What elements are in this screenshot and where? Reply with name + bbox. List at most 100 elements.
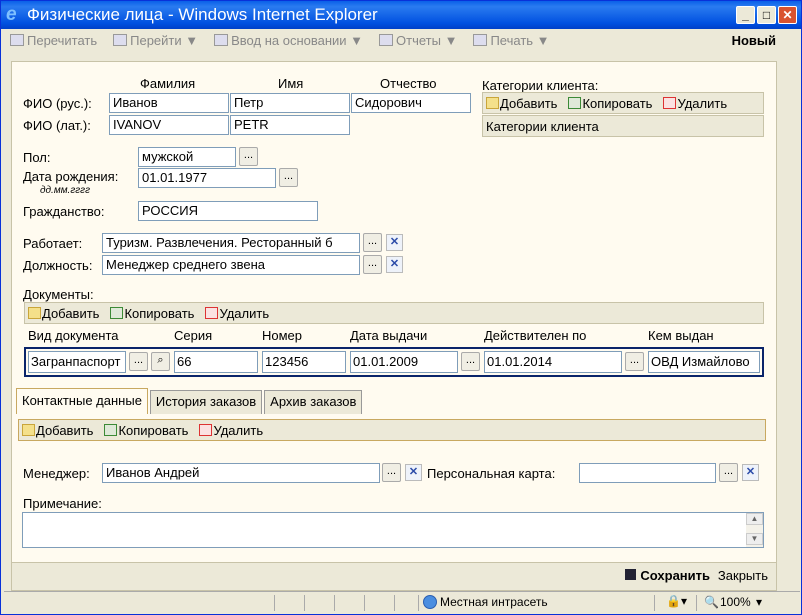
minimize-button[interactable]: _ bbox=[736, 6, 755, 24]
close-button[interactable]: Закрыть bbox=[718, 568, 768, 583]
reports-button[interactable]: Отчеты ▼ bbox=[373, 33, 457, 48]
birth-date-field[interactable]: 01.01.1977 bbox=[138, 168, 276, 188]
issuer-cell[interactable]: ОВД Измайлово bbox=[648, 351, 760, 373]
col-number: Номер bbox=[262, 328, 303, 343]
categories-delete-button[interactable]: Удалить bbox=[660, 96, 727, 111]
manager-field[interactable]: Иванов Андрей bbox=[102, 463, 380, 483]
fio-lat-label: ФИО (лат.): bbox=[23, 118, 91, 133]
birth-date-hint: дд.мм.гггг bbox=[40, 185, 91, 196]
documents-delete-button[interactable]: Удалить bbox=[202, 306, 269, 321]
col-series: Серия bbox=[174, 328, 213, 343]
categories-add-button[interactable]: Добавить bbox=[483, 96, 557, 111]
status-bar: Местная интрасеть 🔒▾ 🔍 100% ▾ bbox=[4, 591, 800, 613]
issue-date-picker-button[interactable]: ... bbox=[461, 352, 480, 371]
fio-rus-label: ФИО (рус.): bbox=[23, 96, 92, 111]
position-clear-button[interactable]: ✕ bbox=[386, 256, 403, 273]
number-cell[interactable]: 123456 bbox=[262, 351, 346, 373]
position-field[interactable]: Менеджер среднего звена bbox=[102, 255, 360, 275]
close-window-button[interactable]: ✕ bbox=[778, 6, 797, 24]
citizenship-label: Гражданство: bbox=[23, 204, 105, 219]
browser-window: e Физические лица - Windows Internet Exp… bbox=[0, 0, 802, 615]
protected-mode-icon[interactable]: 🔒▾ bbox=[666, 594, 687, 608]
categories-toolbar: Добавить Копировать Удалить bbox=[482, 92, 764, 114]
works-select-button[interactable]: ... bbox=[363, 233, 382, 252]
tab-order-archive[interactable]: Архив заказов bbox=[264, 390, 363, 414]
position-select-button[interactable]: ... bbox=[363, 255, 382, 274]
lat-first-name-field[interactable]: PETR bbox=[230, 115, 350, 135]
add-icon bbox=[22, 424, 35, 436]
doc-type-select-button[interactable]: ... bbox=[129, 352, 148, 371]
save-button[interactable]: Сохранить bbox=[625, 568, 710, 583]
maximize-button[interactable]: □ bbox=[757, 6, 776, 24]
col-issuer: Кем выдан bbox=[648, 328, 714, 343]
manager-clear-button[interactable]: ✕ bbox=[405, 464, 422, 481]
documents-add-button[interactable]: Добавить bbox=[25, 306, 99, 321]
valid-until-picker-button[interactable]: ... bbox=[625, 352, 644, 371]
goto-icon bbox=[113, 34, 128, 46]
save-icon bbox=[625, 569, 637, 580]
citizenship-field[interactable]: РОССИЯ bbox=[138, 201, 318, 221]
valid-until-cell[interactable]: 01.01.2014 bbox=[484, 351, 622, 373]
card-clear-button[interactable]: ✕ bbox=[742, 464, 759, 481]
scroll-down-icon[interactable]: ▼ bbox=[746, 533, 763, 545]
add-icon bbox=[28, 307, 41, 319]
document-icon bbox=[214, 34, 229, 46]
card-select-button[interactable]: ... bbox=[719, 463, 738, 482]
categories-grid-header: Категории клиента bbox=[482, 115, 764, 137]
contacts-toolbar: Добавить Копировать Удалить bbox=[18, 419, 766, 441]
zoom-icon[interactable]: 🔍 bbox=[704, 595, 719, 609]
zoom-level[interactable]: 100% bbox=[720, 595, 751, 609]
add-icon bbox=[486, 97, 499, 109]
rus-first-name-field[interactable]: Петр bbox=[230, 93, 350, 113]
documents-toolbar: Добавить Копировать Удалить bbox=[24, 302, 764, 324]
contacts-delete-button[interactable]: Удалить bbox=[196, 423, 263, 438]
print-button[interactable]: Печать ▼ bbox=[467, 33, 550, 48]
scroll-up-icon[interactable]: ▲ bbox=[746, 513, 763, 525]
documents-copy-button[interactable]: Копировать bbox=[107, 306, 194, 321]
search-icon[interactable]: ⌕ bbox=[151, 352, 170, 371]
note-scrollbar[interactable]: ▲ ▼ bbox=[746, 513, 763, 547]
birth-date-picker-button[interactable]: ... bbox=[279, 168, 298, 187]
form-content: Фамилия Имя Отчество ФИО (рус.): Иванов … bbox=[11, 61, 777, 591]
tab-order-history[interactable]: История заказов bbox=[149, 390, 263, 414]
works-field[interactable]: Туризм. Развлечения. Ресторанный б bbox=[102, 233, 360, 253]
zoom-dropdown-icon[interactable]: ▾ bbox=[756, 595, 762, 609]
series-cell[interactable]: 66 bbox=[174, 351, 258, 373]
gender-select-button[interactable]: ... bbox=[239, 147, 258, 166]
lat-last-name-field[interactable]: IVANOV bbox=[109, 115, 229, 135]
goto-button[interactable]: Перейти ▼ bbox=[107, 33, 198, 48]
security-zone-label: Местная интрасеть bbox=[440, 595, 548, 609]
enter-basis-button[interactable]: Ввод на основании ▼ bbox=[208, 33, 363, 48]
title-bar: e Физические лица - Windows Internet Exp… bbox=[1, 1, 801, 29]
report-icon bbox=[379, 34, 394, 46]
delete-icon bbox=[205, 307, 219, 319]
birth-date-label: Дата рождения: bbox=[23, 169, 119, 184]
rus-last-name-field[interactable]: Иванов bbox=[109, 93, 229, 113]
col-first-name-label: Имя bbox=[278, 76, 304, 91]
contacts-copy-button[interactable]: Копировать bbox=[101, 423, 188, 438]
note-textarea[interactable]: ▲ ▼ bbox=[22, 512, 764, 548]
categories-copy-button[interactable]: Копировать bbox=[565, 96, 652, 111]
new-record-label: Новый bbox=[731, 32, 776, 48]
works-clear-button[interactable]: ✕ bbox=[386, 234, 403, 251]
note-label: Примечание: bbox=[23, 496, 102, 511]
manager-select-button[interactable]: ... bbox=[382, 463, 401, 482]
copy-icon bbox=[104, 424, 118, 436]
ie-logo-icon: e bbox=[6, 4, 17, 25]
copy-icon bbox=[110, 307, 124, 319]
card-field[interactable] bbox=[579, 463, 716, 483]
tab-contacts[interactable]: Контактные данные bbox=[16, 388, 148, 414]
documents-label: Документы: bbox=[23, 287, 94, 302]
manager-label: Менеджер: bbox=[23, 466, 90, 481]
gender-field[interactable]: мужской bbox=[138, 147, 236, 167]
contacts-add-button[interactable]: Добавить bbox=[19, 423, 93, 438]
issue-date-cell[interactable]: 01.01.2009 bbox=[350, 351, 458, 373]
doc-type-cell[interactable]: Загранпаспорт bbox=[28, 351, 126, 373]
rus-middle-name-field[interactable]: Сидорович bbox=[351, 93, 471, 113]
col-valid-until: Действителен по bbox=[484, 328, 587, 343]
col-issue-date: Дата выдачи bbox=[350, 328, 428, 343]
reread-button[interactable]: Перечитать bbox=[4, 33, 97, 48]
position-label: Должность: bbox=[23, 258, 93, 273]
delete-icon bbox=[663, 97, 677, 109]
card-label: Персональная карта: bbox=[427, 466, 556, 481]
